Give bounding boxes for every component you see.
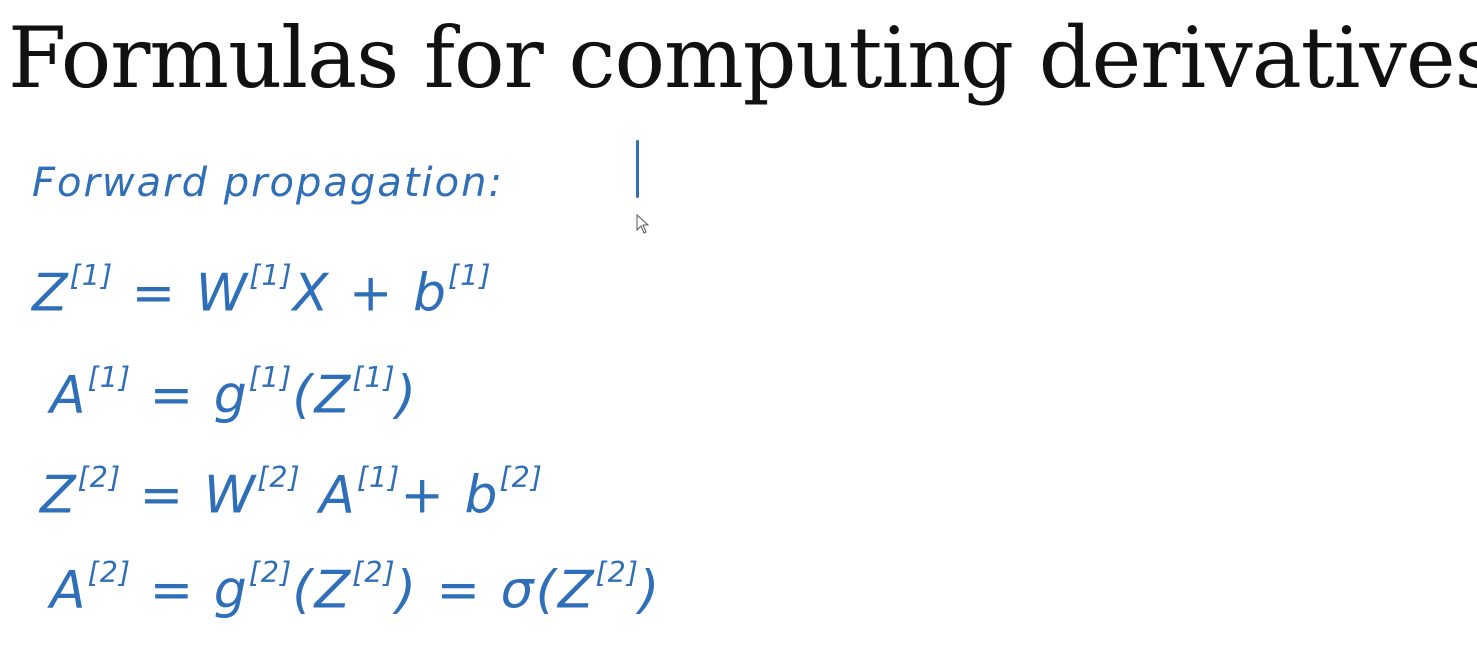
eq-rhs-d: ) [639,560,662,621]
eq-lhs-sup: [2] [77,460,122,494]
slide: Formulas for computing derivatives Forwa… [0,0,1477,663]
eq-rhs-a-sup: [1] [249,258,293,292]
eq-lhs: A [50,365,88,426]
eq-rhs-a-sup: [2] [248,555,293,589]
eq-lhs-sup: [2] [87,555,132,589]
eq-equals: = [131,560,214,621]
eq-rhs-b-sup: [1] [447,258,492,292]
eq-equals: = [113,263,196,324]
eq-rhs-a: g [213,560,249,621]
eq-rhs-c: + b [400,465,500,526]
eq-equals: = [131,365,214,426]
eq-lhs-sup: [1] [87,360,132,394]
eq-rhs-b-sup: [1] [352,360,396,394]
handwritten-notes: Forward propagation: Z[1] = W[1]X + b[1]… [32,160,659,640]
eq-rhs-c-sup: [2] [499,460,543,494]
eq-rhs-b: X + b [292,263,448,324]
slide-title: Formulas for computing derivatives [8,9,1477,107]
eq-rhs-b: (Z [292,365,353,426]
eq-rhs-a: g [213,365,249,426]
eq-rhs-b-sup: [2] [352,555,396,589]
equation-a2: A[2] = g[2](Z[2]) = σ(Z[2]) [50,555,661,621]
eq-lhs-sup: [1] [69,258,114,292]
eq-equals: = [121,465,204,526]
eq-rhs-a-sup: [1] [248,360,293,394]
eq-rhs-b: A [300,465,357,526]
eq-rhs-a-sup: [2] [257,460,301,494]
equation-z1: Z[1] = W[1]X + b[1] [32,258,492,324]
eq-rhs-a: W [195,263,250,324]
eq-rhs-c: ) = σ(Z [395,560,596,621]
eq-lhs: Z [32,263,70,324]
eq-lhs: Z [40,465,78,526]
pen-cursor-icon [636,140,639,198]
equation-a1: A[1] = g[1](Z[1]) [50,360,418,426]
eq-rhs-b-sup: [1] [356,460,401,494]
eq-rhs-b: (Z [292,560,353,621]
eq-rhs-c: ) [395,365,418,426]
mouse-pointer-icon [636,214,650,234]
eq-rhs-c-sup: [2] [595,555,640,589]
notes-heading: Forward propagation: [32,160,504,206]
eq-lhs: A [50,560,88,621]
eq-rhs-a: W [203,465,258,526]
equation-z2: Z[2] = W[2] A[1]+ b[2] [40,460,543,526]
